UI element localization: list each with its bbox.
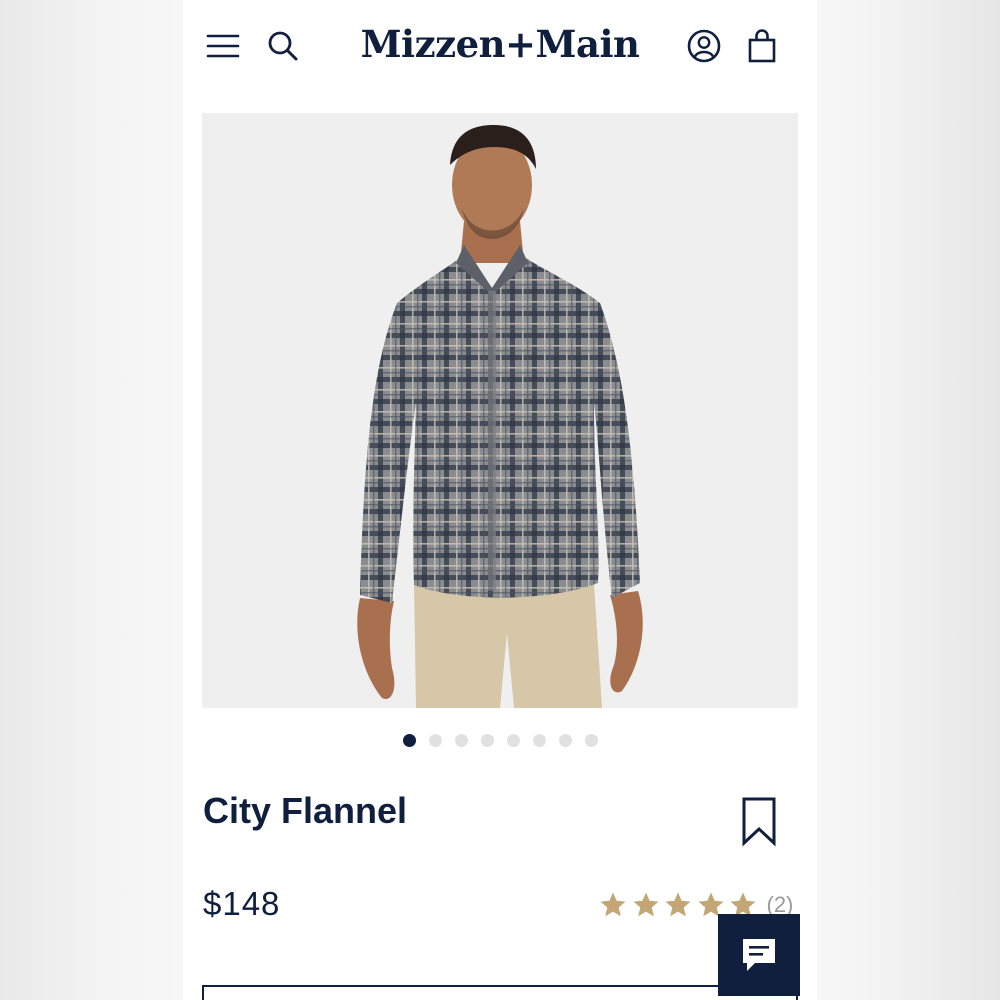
size-select-button[interactable] [202,985,798,1000]
chat-button[interactable] [718,914,800,996]
star-icon [665,892,691,917]
product-image[interactable] [202,113,798,708]
account-icon[interactable] [684,26,724,66]
background-right [817,0,1000,1000]
carousel-dot[interactable] [558,734,572,747]
mobile-page: Mizzen+Main City Flannel $148 (2) [183,0,817,1000]
background-left [0,0,183,1000]
carousel-dot[interactable] [428,734,442,747]
carousel-dot[interactable] [454,734,468,747]
star-icon [600,892,626,917]
carousel-dot[interactable] [584,734,598,747]
bookmark-icon[interactable] [738,796,780,848]
carousel-dot[interactable] [532,734,546,747]
shopping-bag-icon[interactable] [742,26,782,66]
chat-icon [743,939,775,971]
product-price: $148 [203,885,281,922]
carousel-dot[interactable] [402,734,416,747]
star-icon [633,892,658,917]
carousel-dot[interactable] [480,734,494,747]
image-carousel-dots [183,734,817,747]
shirt-placket [488,291,496,591]
carousel-dot[interactable] [506,734,520,747]
product-title: City Flannel [203,790,408,831]
